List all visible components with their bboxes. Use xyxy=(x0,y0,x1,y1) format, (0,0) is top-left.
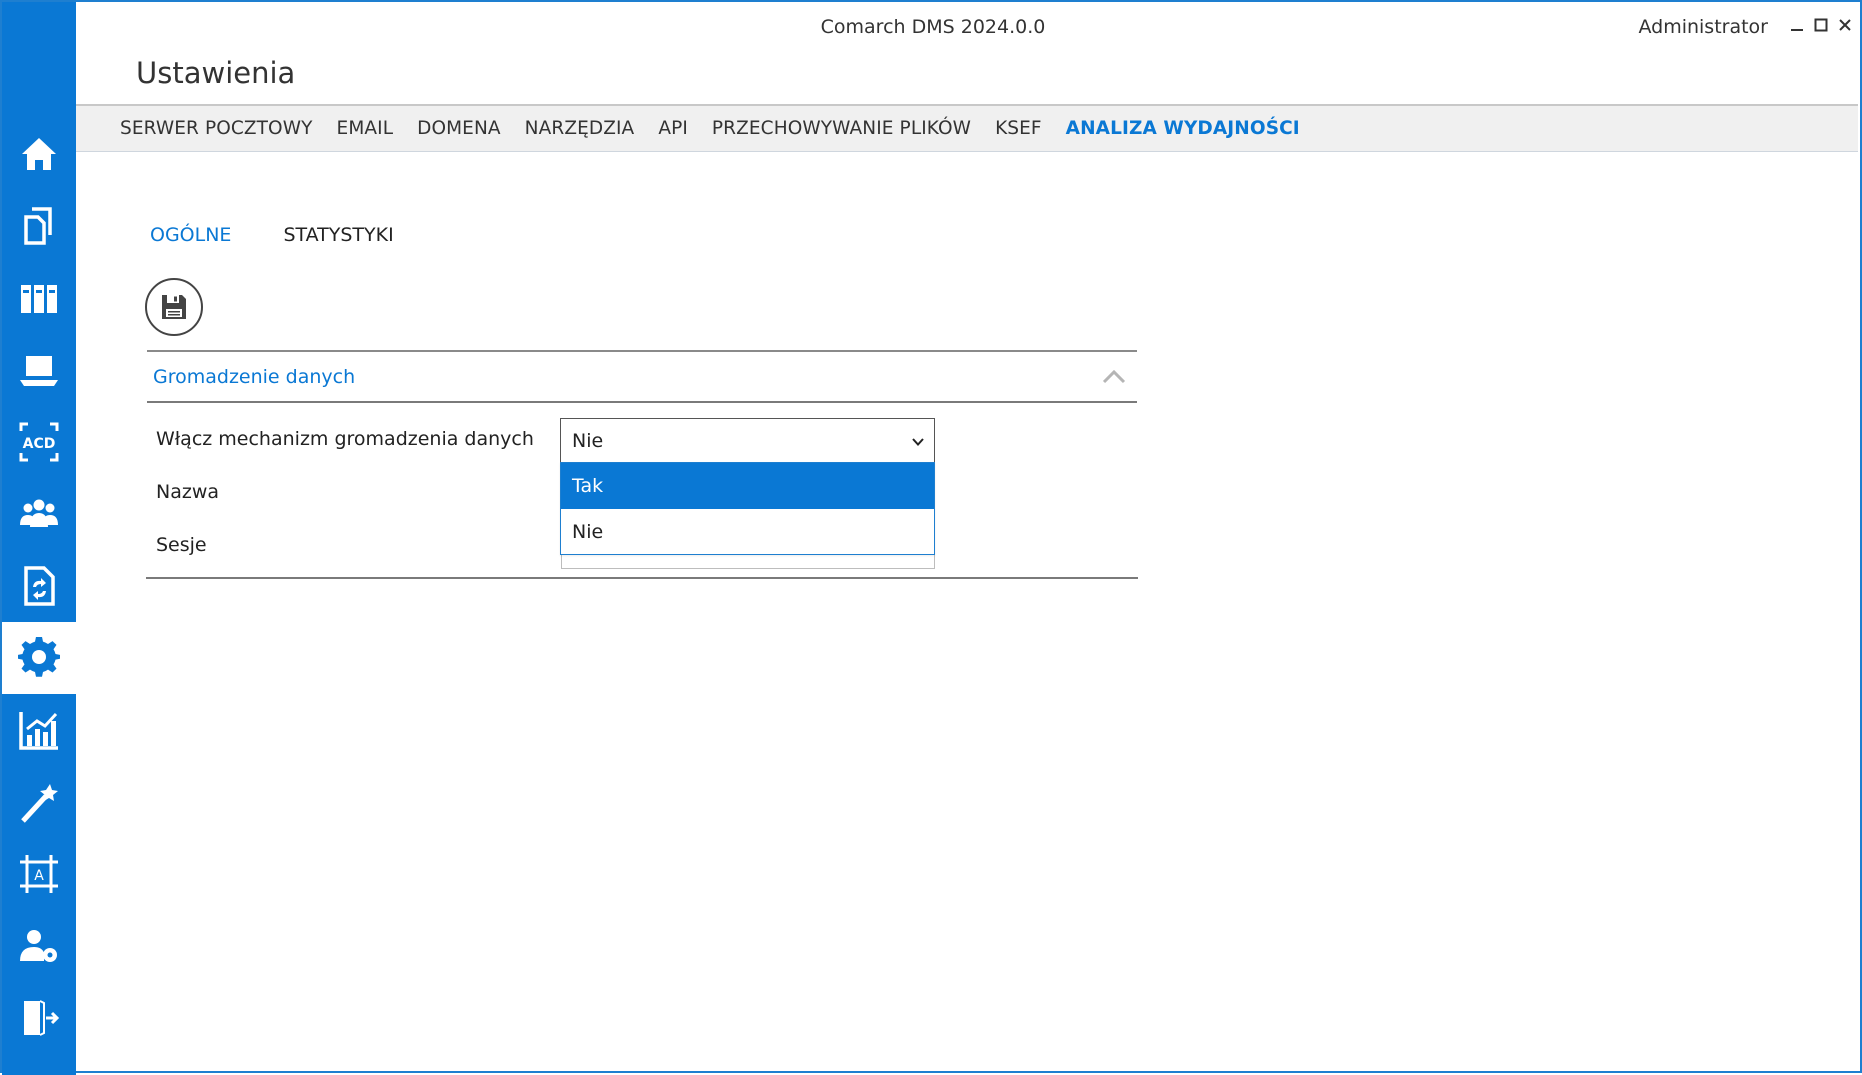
sidebar-item-users[interactable] xyxy=(2,478,76,550)
home-icon xyxy=(22,138,56,170)
logout-icon xyxy=(24,1000,60,1036)
dropdown-option-tak[interactable]: Tak xyxy=(561,463,934,509)
user-settings-icon xyxy=(20,930,57,962)
select-value: Nie xyxy=(572,430,604,452)
sidebar-item-template-designer[interactable]: A xyxy=(2,838,76,910)
maximize-icon xyxy=(1814,18,1828,32)
section-divider-bottom xyxy=(146,577,1138,579)
subtab-general[interactable]: OGÓLNE xyxy=(150,224,231,246)
laptop-icon xyxy=(20,356,58,386)
maximize-button[interactable] xyxy=(1810,14,1832,36)
sub-tab-bar: OGÓLNE STATYSTYKI xyxy=(150,224,446,246)
template-designer-icon: A xyxy=(20,855,58,893)
tab-ksef[interactable]: KSEF xyxy=(995,118,1042,139)
section-header-data-collection[interactable]: Gromadzenie danych xyxy=(147,352,1137,402)
save-button[interactable] xyxy=(145,278,203,336)
sidebar-item-documents[interactable] xyxy=(2,190,76,262)
select-dropdown-list: Tak Nie xyxy=(560,462,935,555)
sidebar-item-wizard[interactable] xyxy=(2,766,76,838)
sidebar-item-logout[interactable] xyxy=(2,982,76,1054)
magic-wand-icon xyxy=(21,784,58,823)
enable-data-collection-label: Włącz mechanizm gromadzenia danych xyxy=(156,428,534,450)
dropdown-option-nie[interactable]: Nie xyxy=(561,509,934,555)
sidebar: ACD A xyxy=(2,2,76,1075)
documents-icon xyxy=(24,207,52,245)
sidebar-item-acd[interactable]: ACD xyxy=(2,406,76,478)
sidebar-item-home[interactable] xyxy=(2,118,76,190)
section-divider-header xyxy=(147,401,1137,403)
document-sync-icon xyxy=(24,566,55,606)
tab-domain[interactable]: DOMENA xyxy=(417,118,501,139)
settings-tab-bar: SERWER POCZTOWY EMAIL DOMENA NARZĘDZIA A… xyxy=(76,104,1858,152)
users-group-icon xyxy=(20,499,58,527)
sidebar-item-binders[interactable] xyxy=(2,262,76,334)
subtab-statistics[interactable]: STATYSTYKI xyxy=(283,224,393,246)
sidebar-item-user-settings[interactable] xyxy=(2,910,76,982)
chevron-up-icon[interactable] xyxy=(1101,366,1127,388)
minimize-button[interactable] xyxy=(1786,14,1808,36)
close-icon xyxy=(1839,19,1851,31)
acd-icon: ACD xyxy=(19,422,59,462)
close-button[interactable] xyxy=(1834,14,1856,36)
gear-icon xyxy=(18,637,60,677)
tab-email[interactable]: EMAIL xyxy=(337,118,394,139)
name-label: Nazwa xyxy=(156,481,220,503)
svg-text:A: A xyxy=(34,868,44,884)
chevron-down-icon xyxy=(912,438,924,446)
tab-tools[interactable]: NARZĘDZIA xyxy=(525,118,635,139)
analytics-chart-icon xyxy=(19,712,58,750)
user-name[interactable]: Administrator xyxy=(1638,16,1768,38)
app-window: ACD A Comarch DMS 2024.0.0 Administrator… xyxy=(0,0,1862,1075)
page-title: Ustawienia xyxy=(136,56,296,90)
section-title: Gromadzenie danych xyxy=(153,366,356,388)
tab-api[interactable]: API xyxy=(658,118,688,139)
sidebar-item-document-sync[interactable] xyxy=(2,550,76,622)
tab-performance-analysis[interactable]: ANALIZA WYDAJNOŚCI xyxy=(1066,118,1300,139)
binders-icon xyxy=(21,285,57,313)
app-title: Comarch DMS 2024.0.0 xyxy=(820,16,1046,38)
svg-text:ACD: ACD xyxy=(23,436,56,452)
sessions-label: Sesje xyxy=(156,534,207,556)
tab-file-storage[interactable]: PRZECHOWYWANIE PLIKÓW xyxy=(712,118,971,139)
minimize-icon xyxy=(1791,29,1803,31)
sidebar-item-analytics[interactable] xyxy=(2,694,76,766)
tab-mail-server[interactable]: SERWER POCZTOWY xyxy=(120,118,313,139)
sidebar-item-workstation[interactable] xyxy=(2,334,76,406)
sidebar-item-settings[interactable] xyxy=(2,622,76,694)
save-icon xyxy=(162,295,186,319)
enable-data-collection-select[interactable]: Nie xyxy=(560,418,935,463)
